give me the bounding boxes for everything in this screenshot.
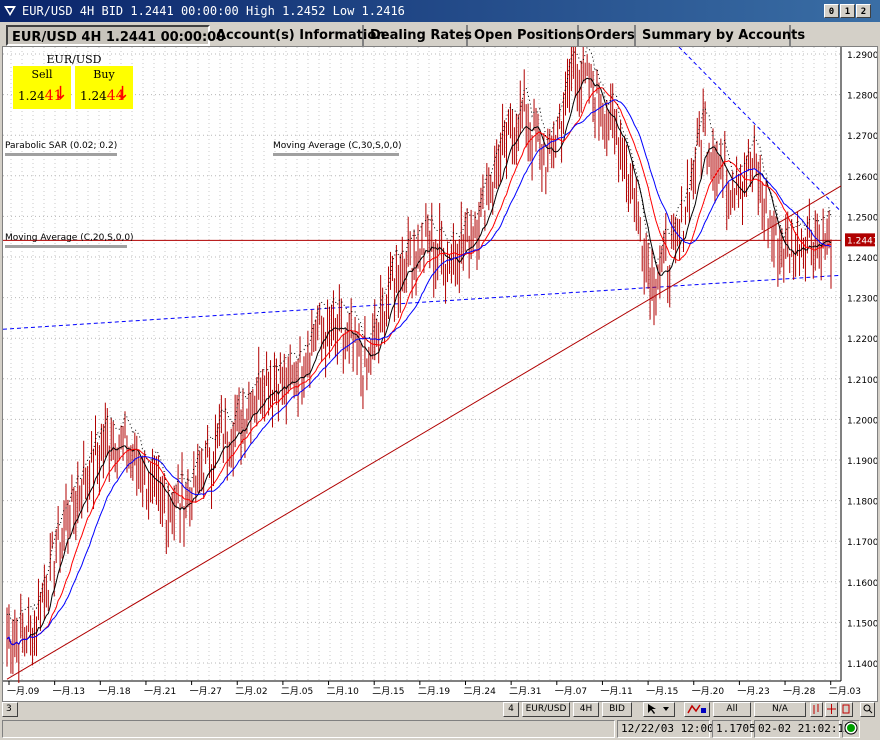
status-datetime: 12/22/03 12:00: [617, 720, 714, 738]
y-tick-label: 1.2500: [847, 213, 877, 223]
y-tick-label: 1.2800: [847, 92, 877, 102]
y-tick-label: 1.2700: [847, 132, 877, 142]
zoom-icon[interactable]: [840, 702, 853, 717]
buy-box[interactable]: Buy 1.2444 ↓: [75, 66, 133, 109]
sell-label: Sell: [31, 68, 53, 81]
tab-orders[interactable]: Orders: [581, 25, 636, 46]
magnify-icon[interactable]: [860, 702, 875, 717]
y-tick-label: 1.1800: [847, 498, 877, 508]
chart-canvas[interactable]: 1.2900 1.2800 1.2700 1.2600 1.2500 1.2400 1.23…: [3, 47, 877, 701]
y-tick-label: 1.2200: [847, 335, 877, 345]
tab-chart[interactable]: EUR/USD 4H 1.2441 00:00:00: [6, 25, 225, 46]
y-tick-label: 1.1900: [847, 457, 877, 467]
x-tick-label: 二月.15: [372, 686, 404, 697]
price-chart[interactable]: 1.2900 1.2800 1.2700 1.2600 1.2500 1.2400 1.23…: [2, 46, 878, 702]
x-tick-label: 二月.31: [509, 686, 541, 697]
bar-chart-icon[interactable]: [810, 702, 823, 717]
chart-toolbar: 3 4 EUR/USD 4H BID All N/A: [0, 702, 880, 718]
close-button[interactable]: 2: [856, 4, 871, 18]
parabolic-sar: [6, 47, 832, 621]
x-tick-label: 二月.19: [418, 686, 451, 697]
x-tick-label: 二月.02: [235, 686, 267, 697]
x-tick-label: 一月.13: [53, 686, 85, 697]
cursor-tool-icon[interactable]: [643, 702, 675, 717]
tab-bar: EUR/USD 4H 1.2441 00:00:00 Account(s) In…: [0, 24, 880, 47]
y-tick-label: 1.1500: [847, 619, 877, 629]
tab-summary-by-accounts[interactable]: Summary by Accounts: [638, 25, 805, 46]
x-tick-label: 一月.28: [783, 686, 816, 697]
chart-count-field[interactable]: 3: [2, 702, 18, 717]
x-tick-label: 一月.21: [144, 686, 176, 697]
y-tick-label: 1.1600: [847, 579, 877, 589]
buy-label: Buy: [93, 68, 115, 81]
x-tick-label: 一月.27: [190, 686, 222, 697]
na-select[interactable]: N/A: [754, 702, 806, 717]
indicator-moving-average-30[interactable]: Moving Average (C,30,S,0,0): [273, 141, 402, 156]
price-type-select[interactable]: BID: [602, 702, 632, 717]
x-tick-label: 二月.05: [281, 686, 313, 697]
y-tick-label: 1.2400: [847, 254, 877, 264]
connection-status-icon: [842, 720, 860, 738]
y-tick-label: 1.2300: [847, 295, 877, 305]
y-tick-label: 1.2600: [847, 173, 877, 183]
x-tick-label: 一月.23: [737, 686, 769, 697]
x-tick-label: 一月.07: [555, 686, 587, 697]
status-price: 1.1705: [712, 720, 756, 738]
x-tick-label: 二月.10: [327, 686, 360, 697]
y-tick-label: 1.2000: [847, 416, 877, 426]
window-title: EUR/USD 4H BID 1.2441 00:00:00 High 1.24…: [22, 4, 405, 18]
y-tick-label: 1.2900: [847, 51, 877, 61]
title-bar: EUR/USD 4H BID 1.2441 00:00:00 High 1.24…: [0, 0, 880, 22]
indicator-moving-average-20[interactable]: Moving Average (C,20,S,0,0): [5, 233, 134, 248]
x-tick-label: 一月.20: [692, 686, 725, 697]
x-tick-label: 一月.11: [600, 686, 632, 697]
x-tick-label: 一月.15: [646, 686, 678, 697]
x-tick-label: 二月.03: [829, 686, 861, 697]
minimize-button[interactable]: 0: [824, 4, 839, 18]
crosshair-icon[interactable]: [825, 702, 838, 717]
current-price-label: 1.2441: [847, 236, 877, 246]
x-tick-label: 二月.24: [464, 686, 497, 697]
status-message: [2, 720, 615, 738]
x-tick-label: 一月.09: [7, 686, 40, 697]
tab-open-positions[interactable]: Open Positions: [470, 25, 584, 46]
symbol-select[interactable]: EUR/USD: [522, 702, 570, 717]
quote-panel: EUR/USD Sell 1.2441 ↓ Buy 1.2444 ↓: [13, 53, 135, 109]
sell-down-arrow-icon: ↓: [52, 83, 68, 104]
y-tick-label: 1.2100: [847, 376, 877, 386]
sell-box[interactable]: Sell 1.2441 ↓: [13, 66, 71, 109]
toolbar-button-4[interactable]: 4: [503, 702, 519, 717]
drawing-tools-icon[interactable]: [684, 702, 710, 717]
tab-dealing-rates[interactable]: Dealing Rates: [366, 25, 472, 46]
y-tick-label: 1.1700: [847, 538, 877, 548]
all-select[interactable]: All: [713, 702, 751, 717]
tab-account-information[interactable]: Account(s) Information: [212, 25, 386, 46]
quote-symbol: EUR/USD: [46, 53, 102, 66]
period-select[interactable]: 4H: [573, 702, 599, 717]
maximize-button[interactable]: 1: [840, 4, 855, 18]
app-icon: [4, 6, 16, 16]
buy-down-arrow-icon: ↓: [114, 83, 130, 104]
status-bar: 12/22/03 12:00 1.1705 02-02 21:02:13: [0, 719, 880, 740]
x-tick-label: 一月.18: [98, 686, 131, 697]
moving-average-30: [6, 99, 832, 646]
status-clock: 02-02 21:02:13: [754, 720, 851, 738]
y-tick-label: 1.1400: [847, 660, 877, 670]
indicator-parabolic-sar[interactable]: Parabolic SAR (0.02; 0.2): [5, 141, 117, 156]
